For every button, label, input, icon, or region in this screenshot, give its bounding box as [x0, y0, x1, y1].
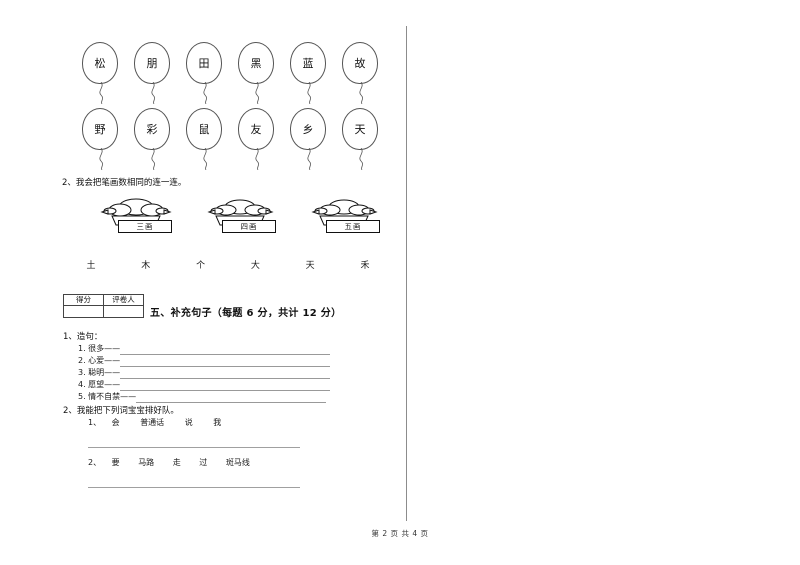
balloon-item: 蓝	[290, 42, 330, 104]
balloon-string-icon	[203, 148, 207, 170]
balloon-string-icon	[307, 148, 311, 170]
balloon-char: 黑	[238, 42, 274, 84]
balloon-char: 天	[342, 108, 378, 150]
answer-line[interactable]	[120, 345, 331, 355]
balloon-char: 故	[342, 42, 378, 84]
balloon-item: 黑	[238, 42, 278, 104]
balloon-item: 田	[186, 42, 226, 104]
balloon-char: 朋	[134, 42, 170, 84]
balloon-char: 友	[238, 108, 274, 150]
word-order-word: 要	[111, 458, 120, 467]
grader-label: 评卷人	[103, 294, 144, 306]
stroke-basket-item: 三画	[90, 196, 182, 233]
right-column: 得分 评卷人 六、综合题（每题 5 分，共计 20 分） 1、你知道吗？ 1、“…	[407, 0, 800, 565]
sentence-item-label: 1. 很多——	[78, 344, 121, 353]
balloon-string-icon	[203, 82, 207, 104]
balloon-char: 彩	[134, 108, 170, 150]
balloon-char: 松	[82, 42, 118, 84]
word-order-answer-line[interactable]	[88, 447, 300, 448]
word-order-label: 1、	[88, 418, 102, 427]
balloon-item: 故	[342, 42, 382, 104]
balloon-exercise: 松 朋 田 黑 蓝 故 野 彩 鼠 友 乡 天	[82, 42, 382, 170]
sentence-item: 4. 愿望——	[78, 379, 378, 391]
score-label: 得分	[63, 294, 104, 306]
balloon-item: 野	[82, 108, 122, 170]
stroke-exercise-prompt: 2、我会把笔画数相同的连一连。	[62, 178, 187, 188]
sentence-item: 5. 情不自禁——	[78, 391, 378, 403]
balloon-item: 友	[238, 108, 278, 170]
balloon-row: 松 朋 田 黑 蓝 故	[82, 42, 382, 104]
score-box-section-five: 得分 评卷人	[63, 294, 144, 318]
answer-line[interactable]	[136, 393, 327, 403]
balloon-char: 野	[82, 108, 118, 150]
balloon-char: 鼠	[186, 108, 222, 150]
sentence-item-label: 5. 情不自禁——	[78, 392, 137, 401]
word-order-word: 我	[213, 418, 222, 427]
answer-line[interactable]	[120, 381, 331, 391]
balloon-item: 彩	[134, 108, 174, 170]
word-order-item-1: 1、 会 普通话 说 我	[88, 417, 221, 428]
word-order-word: 走	[172, 458, 181, 467]
score-value-cell[interactable]	[63, 305, 104, 318]
sentence-item-label: 3. 聪明——	[78, 368, 121, 377]
balloon-string-icon	[255, 148, 259, 170]
balloon-string-icon	[99, 82, 103, 104]
word-order-word: 普通话	[140, 418, 165, 427]
stroke-character: 土	[86, 261, 96, 271]
balloon-string-icon	[359, 82, 363, 104]
section-five-title: 五、补充句子（每题 6 分，共计 12 分）	[150, 308, 342, 319]
balloon-string-icon	[99, 148, 103, 170]
stroke-character: 禾	[360, 261, 370, 271]
section-five-q1-prompt: 1、造句：	[63, 332, 103, 342]
balloon-item: 天	[342, 108, 382, 170]
balloon-char: 田	[186, 42, 222, 84]
balloon-item: 鼠	[186, 108, 226, 170]
worksheet-page: 松 朋 田 黑 蓝 故 野 彩 鼠 友 乡 天 2、我会把笔画数相同的连一连。 …	[0, 0, 800, 565]
answer-line[interactable]	[120, 369, 331, 379]
sentence-item-label: 4. 愿望——	[78, 380, 121, 389]
sentence-item: 2. 心爱——	[78, 355, 378, 367]
sentence-making-list: 1. 很多—— 2. 心爱—— 3. 聪明—— 4. 愿望—— 5. 情不自禁—…	[78, 343, 378, 403]
balloon-string-icon	[255, 82, 259, 104]
sentence-item: 1. 很多——	[78, 343, 378, 355]
word-order-word: 斑马线	[225, 458, 250, 467]
stroke-character-row: 土 木 个 大 天 禾	[78, 258, 378, 271]
word-order-item-2: 2、 要 马路 走 过 斑马线	[88, 457, 250, 468]
section-five-q2-prompt: 2、我能把下列词宝宝排好队。	[63, 406, 179, 416]
grader-value-cell[interactable]	[103, 305, 144, 318]
stroke-character: 木	[141, 261, 151, 271]
page-footer: 第 2 页 共 4 页	[371, 529, 429, 538]
balloon-string-icon	[151, 148, 155, 170]
balloon-item: 松	[82, 42, 122, 104]
stroke-basket-item: 四画	[194, 196, 286, 233]
stroke-character: 天	[305, 261, 315, 271]
balloon-char: 蓝	[290, 42, 326, 84]
balloon-string-icon	[359, 148, 363, 170]
answer-line[interactable]	[120, 357, 331, 367]
stroke-basket-label: 五画	[326, 220, 380, 233]
stroke-basket-label: 四画	[222, 220, 276, 233]
word-order-word: 马路	[138, 458, 155, 467]
word-order-word: 会	[111, 418, 120, 427]
word-order-label: 2、	[88, 458, 102, 467]
stroke-basket-row: 三画 四画 五画	[90, 196, 390, 233]
sentence-item-label: 2. 心爱——	[78, 356, 121, 365]
stroke-character: 个	[196, 261, 206, 271]
balloon-char: 乡	[290, 108, 326, 150]
sentence-item: 3. 聪明——	[78, 367, 378, 379]
word-order-word: 过	[199, 458, 208, 467]
balloon-item: 朋	[134, 42, 174, 104]
stroke-basket-item: 五画	[298, 196, 390, 233]
stroke-character: 大	[250, 261, 260, 271]
balloon-string-icon	[151, 82, 155, 104]
balloon-row: 野 彩 鼠 友 乡 天	[82, 108, 382, 170]
word-order-answer-line[interactable]	[88, 487, 300, 488]
stroke-basket-label: 三画	[118, 220, 172, 233]
balloon-item: 乡	[290, 108, 330, 170]
left-column: 松 朋 田 黑 蓝 故 野 彩 鼠 友 乡 天 2、我会把笔画数相同的连一连。 …	[0, 0, 406, 565]
word-order-word: 说	[184, 418, 193, 427]
balloon-string-icon	[307, 82, 311, 104]
